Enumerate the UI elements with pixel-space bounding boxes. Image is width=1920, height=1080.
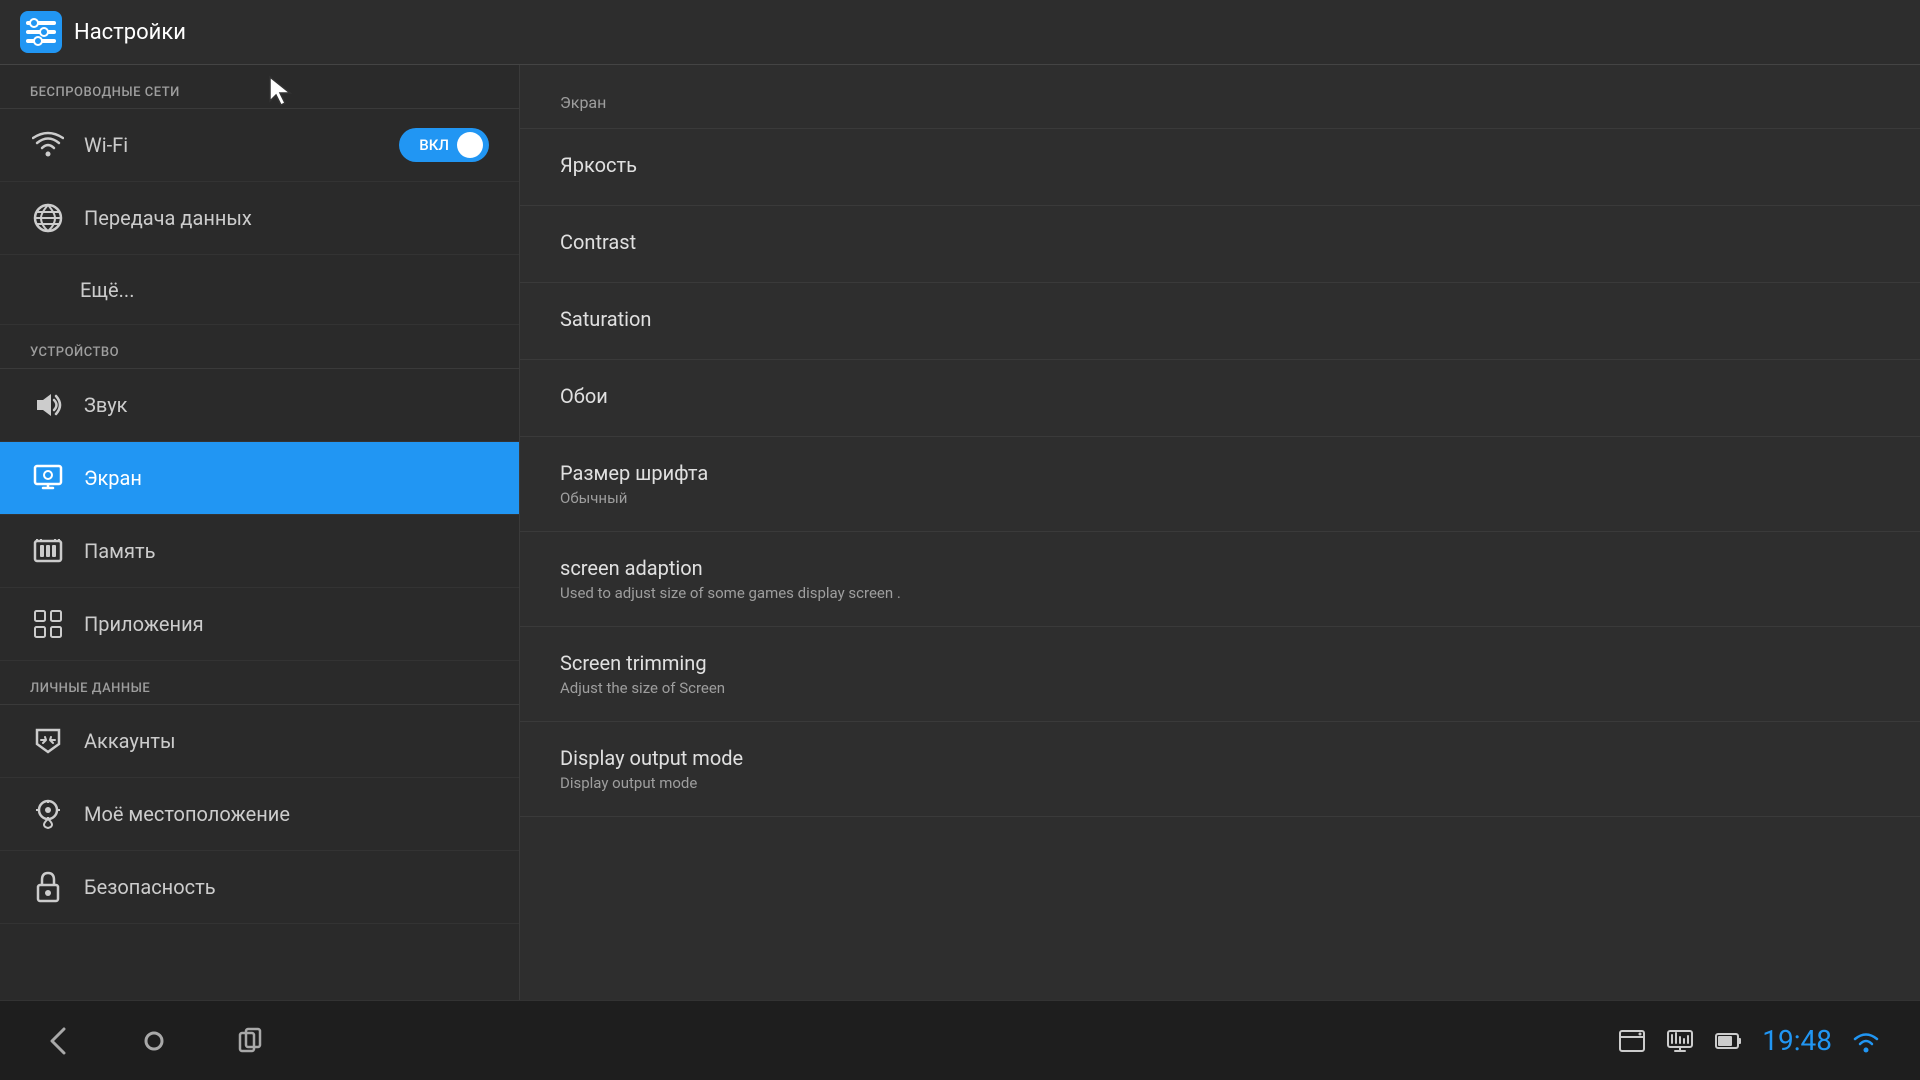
accounts-icon bbox=[30, 723, 66, 759]
more-label: Ещё... bbox=[80, 278, 134, 302]
security-icon bbox=[30, 869, 66, 905]
sidebar-item-screen[interactable]: Экран bbox=[0, 442, 519, 515]
wifi-toggle-switch[interactable]: ВКЛ bbox=[399, 128, 489, 162]
security-label: Безопасность bbox=[84, 875, 216, 899]
nav-bar: 19:48 bbox=[0, 1000, 1920, 1080]
sidebar: БЕСПРОВОДНЫЕ СЕТИ Wi-Fi ВКЛ bbox=[0, 65, 520, 1000]
section-header-wireless: БЕСПРОВОДНЫЕ СЕТИ bbox=[0, 65, 519, 108]
location-icon bbox=[30, 796, 66, 832]
fontsize-title: Размер шрифта bbox=[560, 461, 1880, 485]
settings-item-brightness[interactable]: Яркость bbox=[520, 129, 1920, 206]
sidebar-item-security[interactable]: Безопасность bbox=[0, 851, 519, 924]
sidebar-item-accounts[interactable]: Аккаунты bbox=[0, 705, 519, 778]
data-transfer-icon bbox=[30, 200, 66, 236]
main-content: БЕСПРОВОДНЫЕ СЕТИ Wi-Fi ВКЛ bbox=[0, 65, 1920, 1000]
wifi-label: Wi-Fi bbox=[84, 133, 128, 157]
recents-button[interactable] bbox=[232, 1023, 268, 1059]
settings-item-screenadaption[interactable]: screen adaption Used to adjust size of s… bbox=[520, 532, 1920, 627]
sidebar-item-sound[interactable]: Звук bbox=[0, 369, 519, 442]
display-status-icon bbox=[1666, 1027, 1694, 1055]
settings-item-contrast[interactable]: Contrast bbox=[520, 206, 1920, 283]
settings-item-displayoutput[interactable]: Display output mode Display output mode bbox=[520, 722, 1920, 817]
location-label: Моё местоположение bbox=[84, 802, 290, 826]
accounts-label: Аккаунты bbox=[84, 729, 176, 753]
wifi-status-icon bbox=[1852, 1029, 1880, 1053]
screen-label: Экран bbox=[84, 466, 142, 490]
nav-right-icons: 19:48 bbox=[1618, 1024, 1880, 1057]
sound-label: Звук bbox=[84, 393, 127, 417]
content-title: Экран bbox=[520, 65, 1920, 129]
system-time: 19:48 bbox=[1762, 1024, 1832, 1057]
sidebar-item-location[interactable]: Моё местоположение bbox=[0, 778, 519, 851]
section-header-device: УСТРОЙСТВО bbox=[0, 325, 519, 368]
brightness-title: Яркость bbox=[560, 153, 1880, 177]
nav-left-buttons bbox=[40, 1023, 268, 1059]
storage-status-icon bbox=[1618, 1027, 1646, 1055]
top-bar: Настройки bbox=[0, 0, 1920, 65]
sidebar-item-apps[interactable]: Приложения bbox=[0, 588, 519, 661]
displayoutput-subtitle: Display output mode bbox=[560, 774, 1880, 792]
back-button[interactable] bbox=[40, 1023, 76, 1059]
settings-app-icon bbox=[20, 11, 62, 53]
settings-item-fontsize[interactable]: Размер шрифта Обычный bbox=[520, 437, 1920, 532]
sound-icon bbox=[30, 387, 66, 423]
wallpaper-title: Обои bbox=[560, 384, 1880, 408]
saturation-title: Saturation bbox=[560, 307, 1880, 331]
screenadaption-title: screen adaption bbox=[560, 556, 1880, 580]
screentrimming-title: Screen trimming bbox=[560, 651, 1880, 675]
app-title: Настройки bbox=[74, 20, 186, 45]
fontsize-subtitle: Обычный bbox=[560, 489, 1880, 507]
memory-label: Память bbox=[84, 539, 155, 563]
wifi-icon bbox=[30, 127, 66, 163]
data-label: Передача данных bbox=[84, 206, 252, 230]
settings-item-saturation[interactable]: Saturation bbox=[520, 283, 1920, 360]
sidebar-item-memory[interactable]: Память bbox=[0, 515, 519, 588]
screenadaption-subtitle: Used to adjust size of some games displa… bbox=[560, 584, 1880, 602]
section-header-personal: ЛИЧНЫЕ ДАННЫЕ bbox=[0, 661, 519, 704]
wifi-toggle[interactable]: ВКЛ bbox=[399, 128, 489, 162]
apps-label: Приложения bbox=[84, 612, 204, 636]
settings-item-screentrimming[interactable]: Screen trimming Adjust the size of Scree… bbox=[520, 627, 1920, 722]
memory-icon bbox=[30, 533, 66, 569]
apps-icon bbox=[30, 606, 66, 642]
settings-item-wallpaper[interactable]: Обои bbox=[520, 360, 1920, 437]
displayoutput-title: Display output mode bbox=[560, 746, 1880, 770]
screen-icon bbox=[30, 460, 66, 496]
home-button[interactable] bbox=[136, 1023, 172, 1059]
battery-status-icon bbox=[1714, 1027, 1742, 1055]
toggle-on-label: ВКЛ bbox=[419, 136, 449, 154]
sidebar-item-wifi[interactable]: Wi-Fi ВКЛ bbox=[0, 109, 519, 182]
contrast-title: Contrast bbox=[560, 230, 1880, 254]
sidebar-item-data[interactable]: Передача данных bbox=[0, 182, 519, 255]
screentrimming-subtitle: Adjust the size of Screen bbox=[560, 679, 1880, 697]
toggle-knob bbox=[457, 132, 483, 158]
content-panel: Экран Яркость Contrast Saturation Обои Р… bbox=[520, 65, 1920, 1000]
sidebar-item-more[interactable]: Ещё... bbox=[0, 255, 519, 325]
